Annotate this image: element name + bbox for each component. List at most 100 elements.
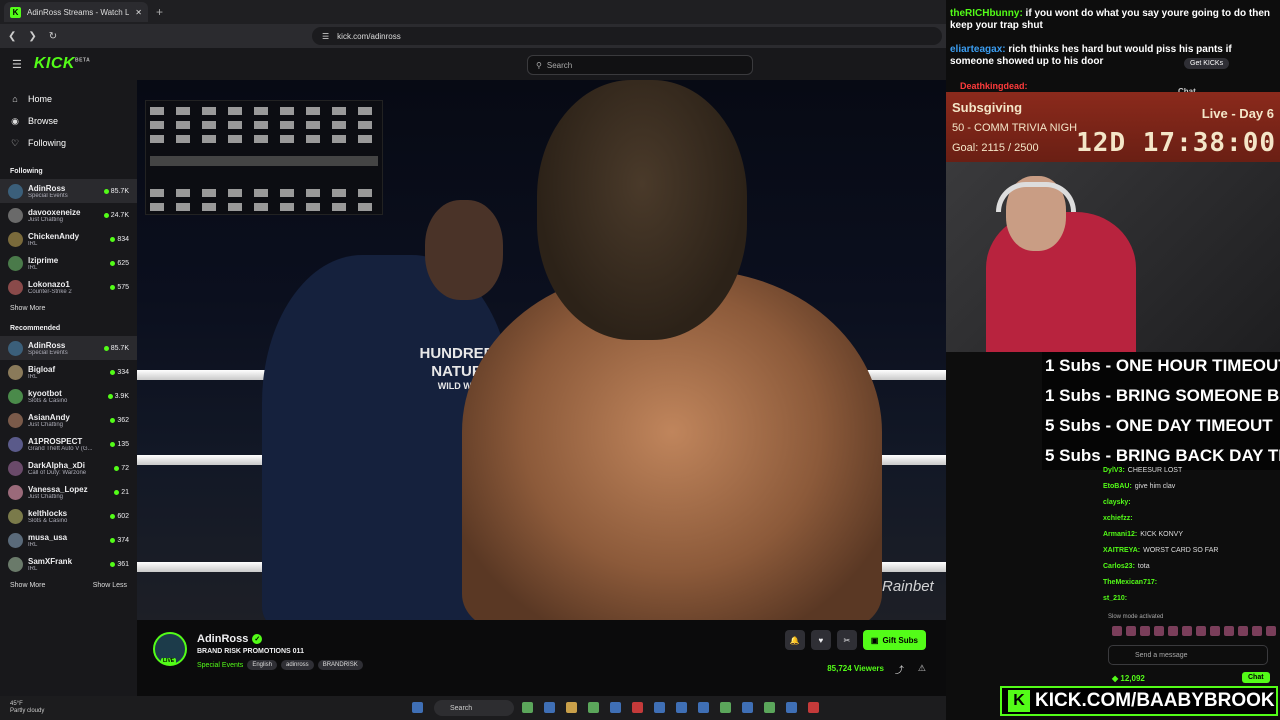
reload-icon[interactable]: ↻ (49, 31, 57, 42)
follow-heart-icon[interactable]: ♥ (810, 630, 831, 650)
emote-icon[interactable] (1196, 626, 1206, 636)
category-link[interactable]: Special Events (197, 662, 243, 669)
emote-icon[interactable] (1182, 626, 1192, 636)
sidebar-channel[interactable]: SamXFrank IRL 361 (0, 552, 137, 576)
streamer-overlay: theRICHbunny: if you wont do what you sa… (946, 0, 1280, 720)
sidebar-channel[interactable]: AsianAndy Just Chatting 362 (0, 408, 137, 432)
channel-avatar (8, 388, 23, 404)
address-bar[interactable]: ☰ kick.com/adinross (312, 27, 942, 45)
sidebar-channel[interactable]: lziprime IRL 625 (0, 251, 137, 275)
sidebar-channel[interactable]: Bigloaf IRL 334 (0, 360, 137, 384)
menu-icon[interactable]: ☰ (12, 58, 22, 71)
app-icon[interactable] (544, 702, 555, 713)
show-more-following[interactable]: Show More (10, 305, 45, 312)
app-icon[interactable] (522, 702, 533, 713)
report-icon[interactable]: ⚠ (918, 663, 926, 676)
tag-pill[interactable]: English (247, 660, 277, 670)
chat-username[interactable]: EtoBAU: (1103, 483, 1132, 490)
nav-following[interactable]: ♡ Following (0, 132, 137, 154)
chat-username[interactable]: Carlos23: (1103, 563, 1135, 570)
sub-tier: 1 Subs - ONE HOUR TIMEOUT (1045, 356, 1280, 375)
show-more-recommended[interactable]: Show More (10, 582, 45, 589)
app-icon[interactable] (720, 702, 731, 713)
chat-text: tota (1137, 562, 1150, 570)
channel-name[interactable]: AdinRoss ✓ (197, 633, 263, 645)
emote-icon[interactable] (1210, 626, 1220, 636)
chat-username[interactable]: claysky: (1103, 499, 1131, 506)
subgiving-event: 50 - COMM TRIVIA NIGH (952, 122, 1078, 134)
app-icon[interactable] (698, 702, 709, 713)
chat-input[interactable]: Send a message (1108, 645, 1268, 665)
kick-logo[interactable]: KICKBETA (34, 55, 90, 73)
chat-username[interactable]: st_210: (1103, 595, 1127, 602)
nav-home[interactable]: ⌂ Home (0, 88, 137, 110)
chat-username[interactable]: DylV3: (1103, 467, 1125, 474)
sidebar-channel[interactable]: davooxeneize Just Chatting 24.7K (0, 203, 137, 227)
emote-icon[interactable] (1224, 626, 1234, 636)
sidebar-channel[interactable]: ChickenAndy IRL 834 (0, 227, 137, 251)
app-icon[interactable] (610, 702, 621, 713)
sidebar-channel[interactable]: kelthlocks Slots & Casino 602 (0, 504, 137, 528)
app-icon[interactable] (588, 702, 599, 713)
browser-tab[interactable]: K AdinRoss Streams - Watch Liv ✕ (4, 2, 148, 22)
emote-icon[interactable] (1238, 626, 1248, 636)
get-kicks-button[interactable]: Get KICKs (1184, 58, 1230, 69)
sidebar-channel[interactable]: DarkAlpha_xDi Call of Duty: Warzone 72 (0, 456, 137, 480)
close-tab-icon[interactable]: ✕ (135, 8, 142, 17)
app-icon[interactable] (742, 702, 753, 713)
chat-username[interactable]: TheMexican717: (1103, 579, 1157, 586)
channel-viewers: 85.7K (103, 188, 129, 195)
brave-icon[interactable] (808, 702, 819, 713)
app-icon[interactable] (654, 702, 665, 713)
taskbar-search[interactable]: Search (434, 700, 514, 716)
emote-icon[interactable] (1168, 626, 1178, 636)
notification-bell-icon[interactable]: 🔔 (784, 630, 805, 650)
chat-username[interactable]: Armani12: (1103, 531, 1137, 538)
url-text: kick.com/adinross (337, 31, 401, 41)
emote-icon[interactable] (1140, 626, 1150, 636)
video-player[interactable]: HUNDREDS NATURE WILD WILD (137, 80, 946, 620)
rainbet-watermark: Rainbet (882, 578, 934, 595)
forward-icon[interactable]: ❯ (28, 31, 36, 42)
app-icon[interactable] (566, 702, 577, 713)
back-icon[interactable]: ❮ (8, 31, 16, 42)
chat-username[interactable]: XAITREYA: (1103, 547, 1140, 554)
sidebar-channel[interactable]: AdinRoss Special Events 85.7K (0, 179, 137, 203)
channel-avatar (8, 532, 23, 548)
clip-icon[interactable]: ✂ (836, 630, 857, 650)
channel-info: Vanessa_Lopez Just Chatting (28, 485, 114, 500)
sidebar-channel[interactable]: kyootbot Slots & Casino 3.9K (0, 384, 137, 408)
tag-pill[interactable]: BRANDRISK (317, 660, 363, 670)
app-icon[interactable] (676, 702, 687, 713)
live-dot-icon (110, 561, 116, 567)
gift-subs-button[interactable]: ▣ Gift Subs (862, 630, 926, 650)
emote-icon[interactable] (1112, 626, 1122, 636)
sidebar-channel[interactable]: Vanessa_Lopez Just Chatting 21 (0, 480, 137, 504)
share-icon[interactable]: ⤴ (895, 663, 904, 676)
site-info-icon[interactable]: ☰ (322, 32, 329, 41)
chat-username[interactable]: xchiefzz: (1103, 515, 1133, 522)
emote-icon[interactable] (1154, 626, 1164, 636)
channel-category: IRL (28, 240, 38, 247)
show-less-recommended[interactable]: Show Less (93, 582, 127, 589)
weather-widget[interactable]: 45°F Partly cloudy (10, 701, 44, 715)
sidebar-channel[interactable]: AdinRoss Special Events 85.7K (0, 336, 137, 360)
channel-avatar (8, 279, 23, 295)
nav-browse[interactable]: ◉ Browse (0, 110, 137, 132)
app-icon[interactable] (764, 702, 775, 713)
sidebar-channel[interactable]: musa_usa IRL 374 (0, 528, 137, 552)
emote-icon[interactable] (1252, 626, 1262, 636)
channel-category: Just Chatting (28, 421, 64, 428)
app-icon[interactable] (786, 702, 797, 713)
sidebar-channel[interactable]: A1PROSPECT Grand Theft Auto V (G... 135 (0, 432, 137, 456)
windows-start-icon[interactable] (412, 702, 423, 713)
send-chat-button[interactable]: Chat (1242, 672, 1270, 683)
live-dot-icon (110, 260, 116, 266)
new-tab-button[interactable]: + (156, 5, 163, 19)
tag-pill[interactable]: adinross (281, 660, 314, 670)
emote-icon[interactable] (1126, 626, 1136, 636)
search-input[interactable]: ⚲ Search (527, 55, 753, 75)
emote-icon[interactable] (1266, 626, 1276, 636)
sidebar-channel[interactable]: Lokonazo1 Counter-Strike 2 575 (0, 275, 137, 299)
app-icon[interactable] (632, 702, 643, 713)
